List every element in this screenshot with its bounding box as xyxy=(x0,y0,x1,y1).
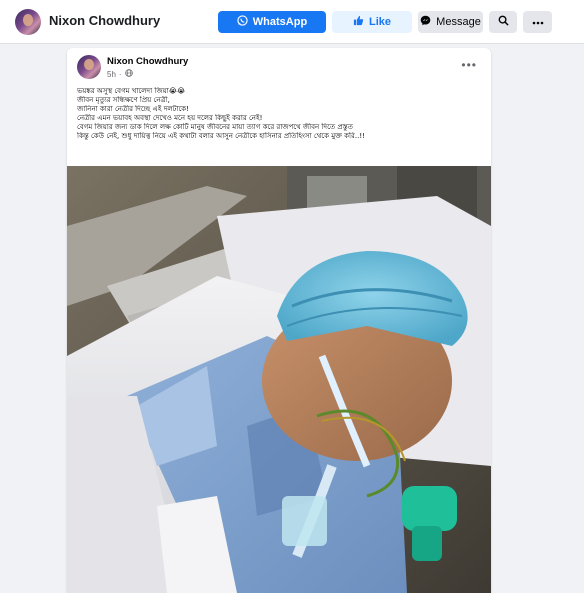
profile-avatar[interactable] xyxy=(15,9,41,35)
post-text-line: ভয়ঙ্কর অসুস্থ বেগম খালেদা জিয়া😭😭 xyxy=(77,87,186,95)
whatsapp-icon xyxy=(237,15,248,29)
post-text-line: বেগম জিয়ার জন্য ডাক দিলে লক্ষ কোটি মানু… xyxy=(77,123,353,131)
post-time[interactable]: 5h xyxy=(107,70,116,79)
whatsapp-label: WhatsApp xyxy=(252,16,308,28)
message-label: Message xyxy=(436,16,481,28)
search-button[interactable] xyxy=(489,11,517,33)
more-icon xyxy=(532,16,544,28)
post-text-line: জীবন মৃত্যুর সন্ধিক্ষণে প্রিয় নেত্রী, xyxy=(77,96,170,104)
post-photo-image xyxy=(67,166,491,593)
post-author-name[interactable]: Nixon Chowdhury xyxy=(107,56,188,67)
post-photo[interactable] xyxy=(67,166,491,593)
post-author-avatar[interactable] xyxy=(77,55,101,79)
messenger-icon xyxy=(420,15,431,29)
meta-separator: · xyxy=(118,69,122,79)
post-text-line: জানিনা কারা নেত্রীর দিচ্ছে এই দলটাকে! xyxy=(77,105,189,113)
search-icon xyxy=(498,15,509,29)
post-text: ভয়ঙ্কর অসুস্থ বেগম খালেদা জিয়া😭😭 জীবন … xyxy=(77,87,487,141)
ellipsis-icon[interactable]: ••• xyxy=(461,58,477,72)
profile-action-bar: Nixon Chowdhury WhatsApp Like Message xyxy=(0,0,584,44)
profile-name[interactable]: Nixon Chowdhury xyxy=(49,13,160,28)
globe-icon xyxy=(124,69,133,79)
whatsapp-button[interactable]: WhatsApp xyxy=(218,11,326,33)
post-text-line: নেত্রীর এমন ভয়াবহ অবস্থা দেখেও মনে হয় … xyxy=(77,114,263,122)
message-button[interactable]: Message xyxy=(418,11,483,33)
post-meta: 5h · xyxy=(107,69,133,79)
thumbs-up-icon xyxy=(353,15,364,29)
post-text-line: কিন্তু কেউ নেই, শুধু দায়িত্ব নিয়ে এই ক… xyxy=(77,132,365,140)
like-button[interactable]: Like xyxy=(332,11,412,33)
more-button[interactable] xyxy=(523,11,552,33)
post-card: Nixon Chowdhury 5h · ••• ভয়ঙ্কর অসুস্থ … xyxy=(67,48,491,593)
like-label: Like xyxy=(368,16,391,28)
